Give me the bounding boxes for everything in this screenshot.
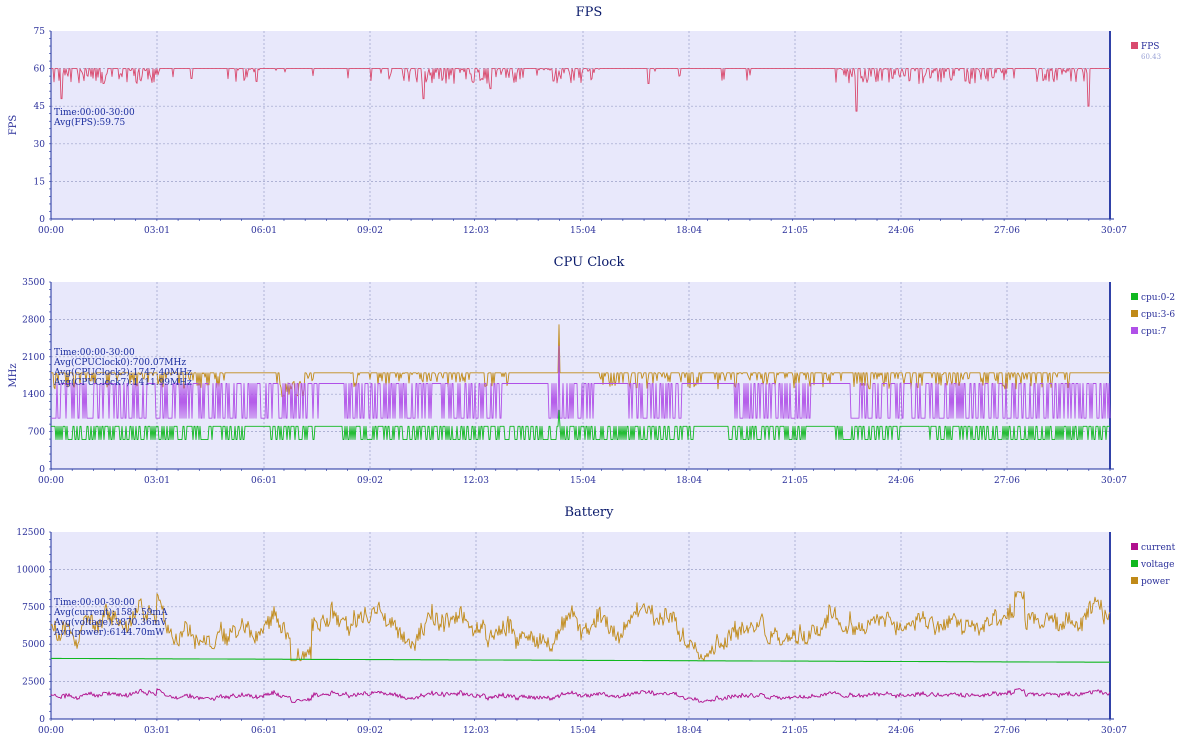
stats-annotation: Avg(CPUClock0):700.07MHz (53, 357, 186, 368)
legend-label: FPS (1141, 42, 1159, 52)
x-tick-label: 12:03 (463, 226, 489, 236)
x-tick-label: 06:01 (251, 726, 277, 736)
x-tick-label: 15:04 (570, 726, 596, 736)
x-tick-label: 03:01 (144, 476, 170, 486)
x-tick-label: 09:02 (357, 726, 383, 736)
x-tick-label: 03:01 (144, 726, 170, 736)
y-tick-label: 1400 (22, 390, 45, 400)
stats-annotation: Avg(current):1581.59mA (53, 607, 168, 618)
x-tick-label: 24:06 (888, 726, 914, 736)
chart-title: Battery (564, 505, 614, 520)
y-tick-label: 2500 (22, 678, 45, 688)
y-tick-label: 45 (34, 102, 46, 112)
stats-annotation: Avg(voltage):3870.36mV (53, 617, 167, 628)
x-tick-label: 06:01 (251, 476, 277, 486)
x-tick-label: 00:00 (38, 476, 64, 486)
y-tick-label: 700 (28, 428, 45, 438)
x-tick-label: 12:03 (463, 476, 489, 486)
stats-annotation: Avg(CPUClock7):1411.99MHz (53, 377, 192, 388)
y-tick-label: 10000 (16, 565, 45, 575)
legend-label: voltage (1140, 560, 1174, 570)
x-tick-label: 06:01 (251, 226, 277, 236)
x-tick-label: 24:06 (888, 226, 914, 236)
legend-label: cpu:7 (1141, 327, 1167, 337)
chart-panel-2: Battery 0 2500 5000 7500 10000 12500 00:00 03:01… (16, 505, 1175, 736)
x-tick-label: 30:07 (1101, 476, 1127, 486)
y-tick-label: 0 (39, 215, 45, 225)
y-tick-label: 75 (34, 27, 46, 37)
x-tick-label: 18:04 (676, 226, 702, 236)
chart-panel-0: FPS 0 15 30 45 60 75 00:00 03:01 06:01 09:02 12:03 1… (8, 5, 1161, 236)
y-tick-label: 7500 (22, 603, 45, 613)
x-tick-label: 21:05 (782, 476, 808, 486)
legend-label: power (1141, 577, 1170, 587)
stats-annotation: Time:00:00-30:00 (54, 598, 135, 608)
y-tick-label: 5000 (22, 640, 45, 650)
chart-title: FPS (576, 5, 603, 20)
chart-panel-1: CPU Clock 0 700 1400 2100 2800 3500 00:00 03:01 0… (8, 255, 1175, 486)
legend-swatch (1131, 293, 1138, 300)
x-tick-label: 30:07 (1101, 726, 1127, 736)
x-tick-label: 27:06 (994, 226, 1020, 236)
legend-swatch (1131, 560, 1138, 567)
y-tick-label: 2800 (22, 315, 45, 325)
plot-area (51, 31, 1110, 219)
x-tick-label: 18:04 (676, 476, 702, 486)
x-tick-label: 09:02 (357, 226, 383, 236)
x-tick-label: 21:05 (782, 726, 808, 736)
x-tick-label: 03:01 (144, 226, 170, 236)
y-tick-label: 2100 (22, 353, 45, 363)
stats-annotation: Time:00:00-30:00 (54, 108, 135, 118)
x-tick-label: 15:04 (570, 226, 596, 236)
legend-value: 60.43 (1141, 53, 1161, 61)
x-tick-label: 09:02 (357, 476, 383, 486)
y-tick-label: 0 (39, 715, 45, 725)
y-tick-label: 12500 (16, 528, 45, 538)
legend-label: cpu:3-6 (1141, 310, 1175, 320)
legend-swatch (1131, 310, 1138, 317)
stats-annotation: Avg(CPUClock3):1747.40MHz (53, 367, 192, 378)
x-tick-label: 00:00 (38, 726, 64, 736)
y-tick-label: 30 (34, 140, 46, 150)
stats-annotation: Time:00:00-30:00 (54, 348, 135, 358)
legend-label: cpu:0-2 (1141, 293, 1175, 303)
x-tick-label: 30:07 (1101, 226, 1127, 236)
y-axis-label: FPS (8, 115, 19, 136)
x-tick-label: 18:04 (676, 726, 702, 736)
x-tick-label: 27:06 (994, 476, 1020, 486)
y-tick-label: 0 (39, 465, 45, 475)
legend-swatch (1131, 543, 1138, 550)
x-tick-label: 21:05 (782, 226, 808, 236)
y-tick-label: 3500 (22, 278, 45, 288)
x-tick-label: 24:06 (888, 476, 914, 486)
y-tick-label: 60 (34, 65, 46, 75)
x-tick-label: 00:00 (38, 226, 64, 236)
y-axis-label: MHz (8, 363, 19, 387)
y-tick-label: 15 (34, 177, 46, 187)
legend-swatch (1131, 577, 1138, 584)
stats-annotation: Avg(FPS):59.75 (53, 117, 126, 128)
chart-title: CPU Clock (554, 255, 625, 270)
x-tick-label: 12:03 (463, 726, 489, 736)
chart-stage: FPS 0 15 30 45 60 75 00:00 03:01 06:01 09:02 12:03 1… (8, 5, 1176, 736)
x-tick-label: 15:04 (570, 476, 596, 486)
legend-swatch (1131, 42, 1138, 49)
legend-swatch (1131, 327, 1138, 334)
stats-annotation: Avg(power):6144.70mW (53, 627, 165, 638)
legend-label: current (1141, 543, 1176, 553)
x-tick-label: 27:06 (994, 726, 1020, 736)
